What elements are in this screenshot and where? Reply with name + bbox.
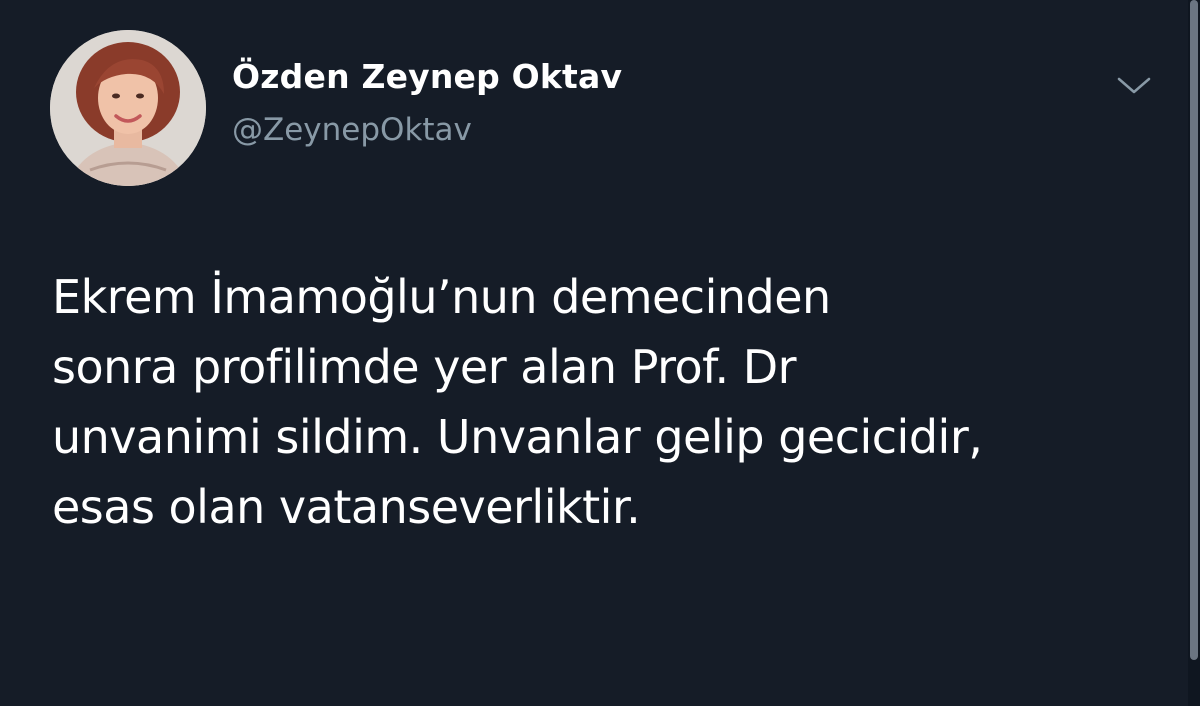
tweet-text-line: unvanimi sildim. Unvanlar gelip gecicidi… xyxy=(52,410,983,464)
scrollbar-thumb[interactable] xyxy=(1190,0,1198,660)
scrollbar[interactable] xyxy=(1188,0,1200,706)
tweet-menu-button[interactable] xyxy=(1112,70,1156,102)
chevron-down-icon xyxy=(1117,77,1151,94)
tweet-text-line: sonra profilimde yer alan Prof. Dr xyxy=(52,340,797,394)
author-handle[interactable]: @ZeynepOktav xyxy=(232,112,622,148)
tweet-text-line: Ekrem İmamoğlu’nun demecinden xyxy=(52,270,831,324)
tweet-card: Özden Zeynep Oktav @ZeynepOktav Ekrem İm… xyxy=(0,0,1200,706)
author-names: Özden Zeynep Oktav @ZeynepOktav xyxy=(232,57,622,148)
profile-photo xyxy=(50,30,206,186)
author-display-name[interactable]: Özden Zeynep Oktav xyxy=(232,57,622,97)
avatar[interactable] xyxy=(50,30,206,186)
tweet-text-line: esas olan vatanseverliktir. xyxy=(52,480,641,534)
tweet-text: Ekrem İmamoğlu’nun demecinden sonra prof… xyxy=(52,262,1162,542)
